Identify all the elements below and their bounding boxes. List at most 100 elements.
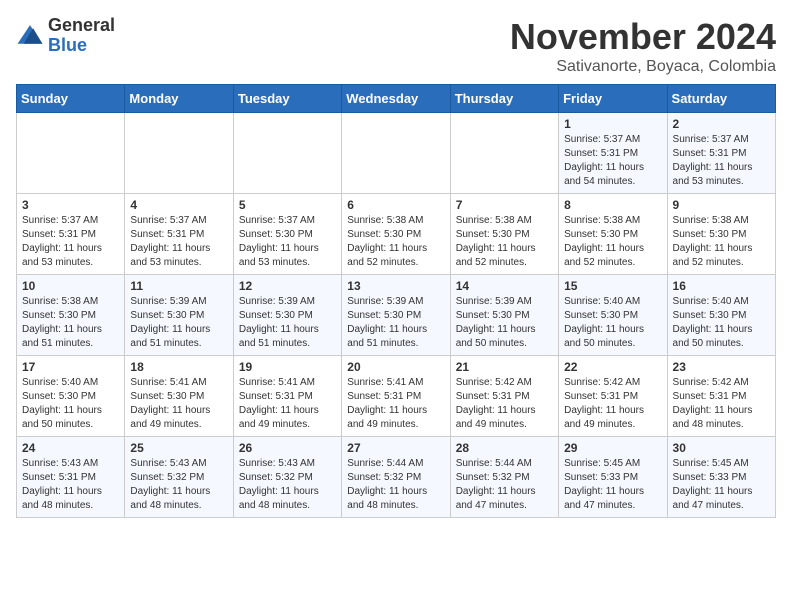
calendar-cell: 21 Sunrise: 5:42 AM Sunset: 5:31 PM Dayli… xyxy=(450,356,558,437)
day-info: Sunrise: 5:38 AM Sunset: 5:30 PM Dayligh… xyxy=(347,214,444,270)
title-block: November 2024 Sativanorte, Boyaca, Colom… xyxy=(510,16,776,76)
calendar-week-row: 1 Sunrise: 5:37 AM Sunset: 5:31 PM Daylig… xyxy=(17,113,776,194)
calendar-cell: 15 Sunrise: 5:40 AM Sunset: 5:30 PM Dayli… xyxy=(559,275,667,356)
day-number: 13 xyxy=(347,279,444,293)
day-info: Sunrise: 5:38 AM Sunset: 5:30 PM Dayligh… xyxy=(673,214,770,270)
weekday-header: Saturday xyxy=(667,85,775,113)
day-info: Sunrise: 5:37 AM Sunset: 5:31 PM Dayligh… xyxy=(673,133,770,189)
day-info: Sunrise: 5:41 AM Sunset: 5:31 PM Dayligh… xyxy=(347,376,444,432)
calendar-cell xyxy=(17,113,125,194)
day-number: 21 xyxy=(456,360,553,374)
day-number: 10 xyxy=(22,279,119,293)
calendar-cell: 24 Sunrise: 5:43 AM Sunset: 5:31 PM Dayli… xyxy=(17,437,125,518)
calendar-cell: 12 Sunrise: 5:39 AM Sunset: 5:30 PM Dayli… xyxy=(233,275,341,356)
day-number: 18 xyxy=(130,360,227,374)
calendar-title: November 2024 xyxy=(510,16,776,58)
calendar-cell: 27 Sunrise: 5:44 AM Sunset: 5:32 PM Dayli… xyxy=(342,437,450,518)
day-number: 8 xyxy=(564,198,661,212)
calendar-cell: 13 Sunrise: 5:39 AM Sunset: 5:30 PM Dayli… xyxy=(342,275,450,356)
day-info: Sunrise: 5:40 AM Sunset: 5:30 PM Dayligh… xyxy=(22,376,119,432)
day-info: Sunrise: 5:43 AM Sunset: 5:31 PM Dayligh… xyxy=(22,457,119,513)
calendar-body: 1 Sunrise: 5:37 AM Sunset: 5:31 PM Daylig… xyxy=(17,113,776,518)
day-info: Sunrise: 5:42 AM Sunset: 5:31 PM Dayligh… xyxy=(456,376,553,432)
day-info: Sunrise: 5:37 AM Sunset: 5:30 PM Dayligh… xyxy=(239,214,336,270)
day-info: Sunrise: 5:38 AM Sunset: 5:30 PM Dayligh… xyxy=(456,214,553,270)
day-number: 19 xyxy=(239,360,336,374)
day-number: 9 xyxy=(673,198,770,212)
day-info: Sunrise: 5:37 AM Sunset: 5:31 PM Dayligh… xyxy=(130,214,227,270)
day-number: 5 xyxy=(239,198,336,212)
day-number: 6 xyxy=(347,198,444,212)
day-info: Sunrise: 5:41 AM Sunset: 5:31 PM Dayligh… xyxy=(239,376,336,432)
calendar-week-row: 24 Sunrise: 5:43 AM Sunset: 5:31 PM Dayli… xyxy=(17,437,776,518)
calendar-cell: 20Sunrise: 5:41 AM Sunset: 5:31 PM Dayli… xyxy=(342,356,450,437)
weekday-header: Monday xyxy=(125,85,233,113)
day-number: 2 xyxy=(673,117,770,131)
day-info: Sunrise: 5:39 AM Sunset: 5:30 PM Dayligh… xyxy=(347,295,444,351)
calendar-week-row: 3 Sunrise: 5:37 AM Sunset: 5:31 PM Daylig… xyxy=(17,194,776,275)
day-info: Sunrise: 5:39 AM Sunset: 5:30 PM Dayligh… xyxy=(130,295,227,351)
logo-text: General Blue xyxy=(48,16,115,56)
day-number: 26 xyxy=(239,441,336,455)
day-number: 24 xyxy=(22,441,119,455)
calendar-cell: 10 Sunrise: 5:38 AM Sunset: 5:30 PM Dayli… xyxy=(17,275,125,356)
day-number: 15 xyxy=(564,279,661,293)
calendar-cell: 7 Sunrise: 5:38 AM Sunset: 5:30 PM Daylig… xyxy=(450,194,558,275)
day-info: Sunrise: 5:44 AM Sunset: 5:32 PM Dayligh… xyxy=(347,457,444,513)
calendar-cell: 26 Sunrise: 5:43 AM Sunset: 5:32 PM Dayli… xyxy=(233,437,341,518)
day-number: 11 xyxy=(130,279,227,293)
calendar-cell: 6 Sunrise: 5:38 AM Sunset: 5:30 PM Daylig… xyxy=(342,194,450,275)
weekday-header: Wednesday xyxy=(342,85,450,113)
day-number: 27 xyxy=(347,441,444,455)
day-info: Sunrise: 5:43 AM Sunset: 5:32 PM Dayligh… xyxy=(239,457,336,513)
calendar-cell xyxy=(342,113,450,194)
calendar-cell: 18Sunrise: 5:41 AM Sunset: 5:30 PM Dayli… xyxy=(125,356,233,437)
day-info: Sunrise: 5:38 AM Sunset: 5:30 PM Dayligh… xyxy=(22,295,119,351)
day-info: Sunrise: 5:37 AM Sunset: 5:31 PM Dayligh… xyxy=(564,133,661,189)
weekday-header: Friday xyxy=(559,85,667,113)
calendar-cell: 2 Sunrise: 5:37 AM Sunset: 5:31 PM Daylig… xyxy=(667,113,775,194)
day-number: 3 xyxy=(22,198,119,212)
calendar-cell: 3Sunrise: 5:37 AM Sunset: 5:31 PM Daylig… xyxy=(17,194,125,275)
day-info: Sunrise: 5:38 AM Sunset: 5:30 PM Dayligh… xyxy=(564,214,661,270)
day-number: 12 xyxy=(239,279,336,293)
day-number: 28 xyxy=(456,441,553,455)
day-number: 1 xyxy=(564,117,661,131)
calendar-cell: 25Sunrise: 5:43 AM Sunset: 5:32 PM Dayli… xyxy=(125,437,233,518)
calendar-cell: 9 Sunrise: 5:38 AM Sunset: 5:30 PM Daylig… xyxy=(667,194,775,275)
weekday-header: Thursday xyxy=(450,85,558,113)
calendar-subtitle: Sativanorte, Boyaca, Colombia xyxy=(510,58,776,76)
calendar-cell: 29Sunrise: 5:45 AM Sunset: 5:33 PM Dayli… xyxy=(559,437,667,518)
calendar-cell xyxy=(125,113,233,194)
calendar-cell: 17 Sunrise: 5:40 AM Sunset: 5:30 PM Dayli… xyxy=(17,356,125,437)
day-number: 16 xyxy=(673,279,770,293)
day-number: 7 xyxy=(456,198,553,212)
calendar-cell: 14 Sunrise: 5:39 AM Sunset: 5:30 PM Dayli… xyxy=(450,275,558,356)
day-info: Sunrise: 5:40 AM Sunset: 5:30 PM Dayligh… xyxy=(673,295,770,351)
day-number: 30 xyxy=(673,441,770,455)
calendar-cell: 30Sunrise: 5:45 AM Sunset: 5:33 PM Dayli… xyxy=(667,437,775,518)
day-info: Sunrise: 5:40 AM Sunset: 5:30 PM Dayligh… xyxy=(564,295,661,351)
weekday-header: Sunday xyxy=(17,85,125,113)
page-header: General Blue November 2024 Sativanorte, … xyxy=(16,16,776,76)
calendar-header: SundayMondayTuesdayWednesdayThursdayFrid… xyxy=(17,85,776,113)
day-number: 14 xyxy=(456,279,553,293)
calendar-cell: 8 Sunrise: 5:38 AM Sunset: 5:30 PM Daylig… xyxy=(559,194,667,275)
calendar-cell: 23 Sunrise: 5:42 AM Sunset: 5:31 PM Dayli… xyxy=(667,356,775,437)
day-number: 23 xyxy=(673,360,770,374)
calendar-cell: 1 Sunrise: 5:37 AM Sunset: 5:31 PM Daylig… xyxy=(559,113,667,194)
logo-icon xyxy=(16,22,44,50)
day-number: 4 xyxy=(130,198,227,212)
calendar-cell xyxy=(450,113,558,194)
day-info: Sunrise: 5:39 AM Sunset: 5:30 PM Dayligh… xyxy=(239,295,336,351)
calendar-cell: 11 Sunrise: 5:39 AM Sunset: 5:30 PM Dayli… xyxy=(125,275,233,356)
day-number: 25 xyxy=(130,441,227,455)
day-info: Sunrise: 5:39 AM Sunset: 5:30 PM Dayligh… xyxy=(456,295,553,351)
calendar-table: SundayMondayTuesdayWednesdayThursdayFrid… xyxy=(16,84,776,518)
day-number: 17 xyxy=(22,360,119,374)
calendar-cell: 22Sunrise: 5:42 AM Sunset: 5:31 PM Dayli… xyxy=(559,356,667,437)
day-number: 29 xyxy=(564,441,661,455)
calendar-cell: 19 Sunrise: 5:41 AM Sunset: 5:31 PM Dayli… xyxy=(233,356,341,437)
weekday-row: SundayMondayTuesdayWednesdayThursdayFrid… xyxy=(17,85,776,113)
day-info: Sunrise: 5:42 AM Sunset: 5:31 PM Dayligh… xyxy=(673,376,770,432)
